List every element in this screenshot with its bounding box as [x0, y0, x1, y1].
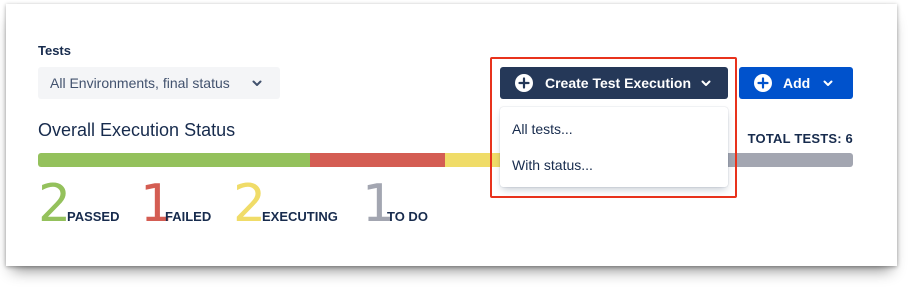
environment-filter-value: All Environments, final status [50, 75, 230, 91]
add-button[interactable]: Add [739, 67, 853, 99]
plus-circle-icon [754, 74, 772, 92]
tests-label: Tests [38, 43, 71, 58]
highlight-annotation-box [490, 57, 737, 198]
total-tests-count: TOTAL TESTS: 6 [747, 131, 853, 146]
chevron-down-icon [823, 80, 833, 86]
overall-execution-status-title: Overall Execution Status [38, 120, 236, 140]
environment-filter-select[interactable]: All Environments, final status [38, 67, 280, 99]
status-passed-label: PASSED [67, 209, 120, 224]
status-executing-label: EXECUTING [262, 209, 338, 224]
progress-segment-failed [309, 153, 446, 167]
chevron-down-icon [252, 80, 262, 86]
status-failed-label: FAILED [165, 209, 212, 224]
add-button-label: Add [783, 75, 811, 91]
status-todo-label: TO DO [387, 209, 428, 224]
progress-segment-passed [38, 153, 310, 167]
progress-segment-todo [717, 153, 853, 167]
